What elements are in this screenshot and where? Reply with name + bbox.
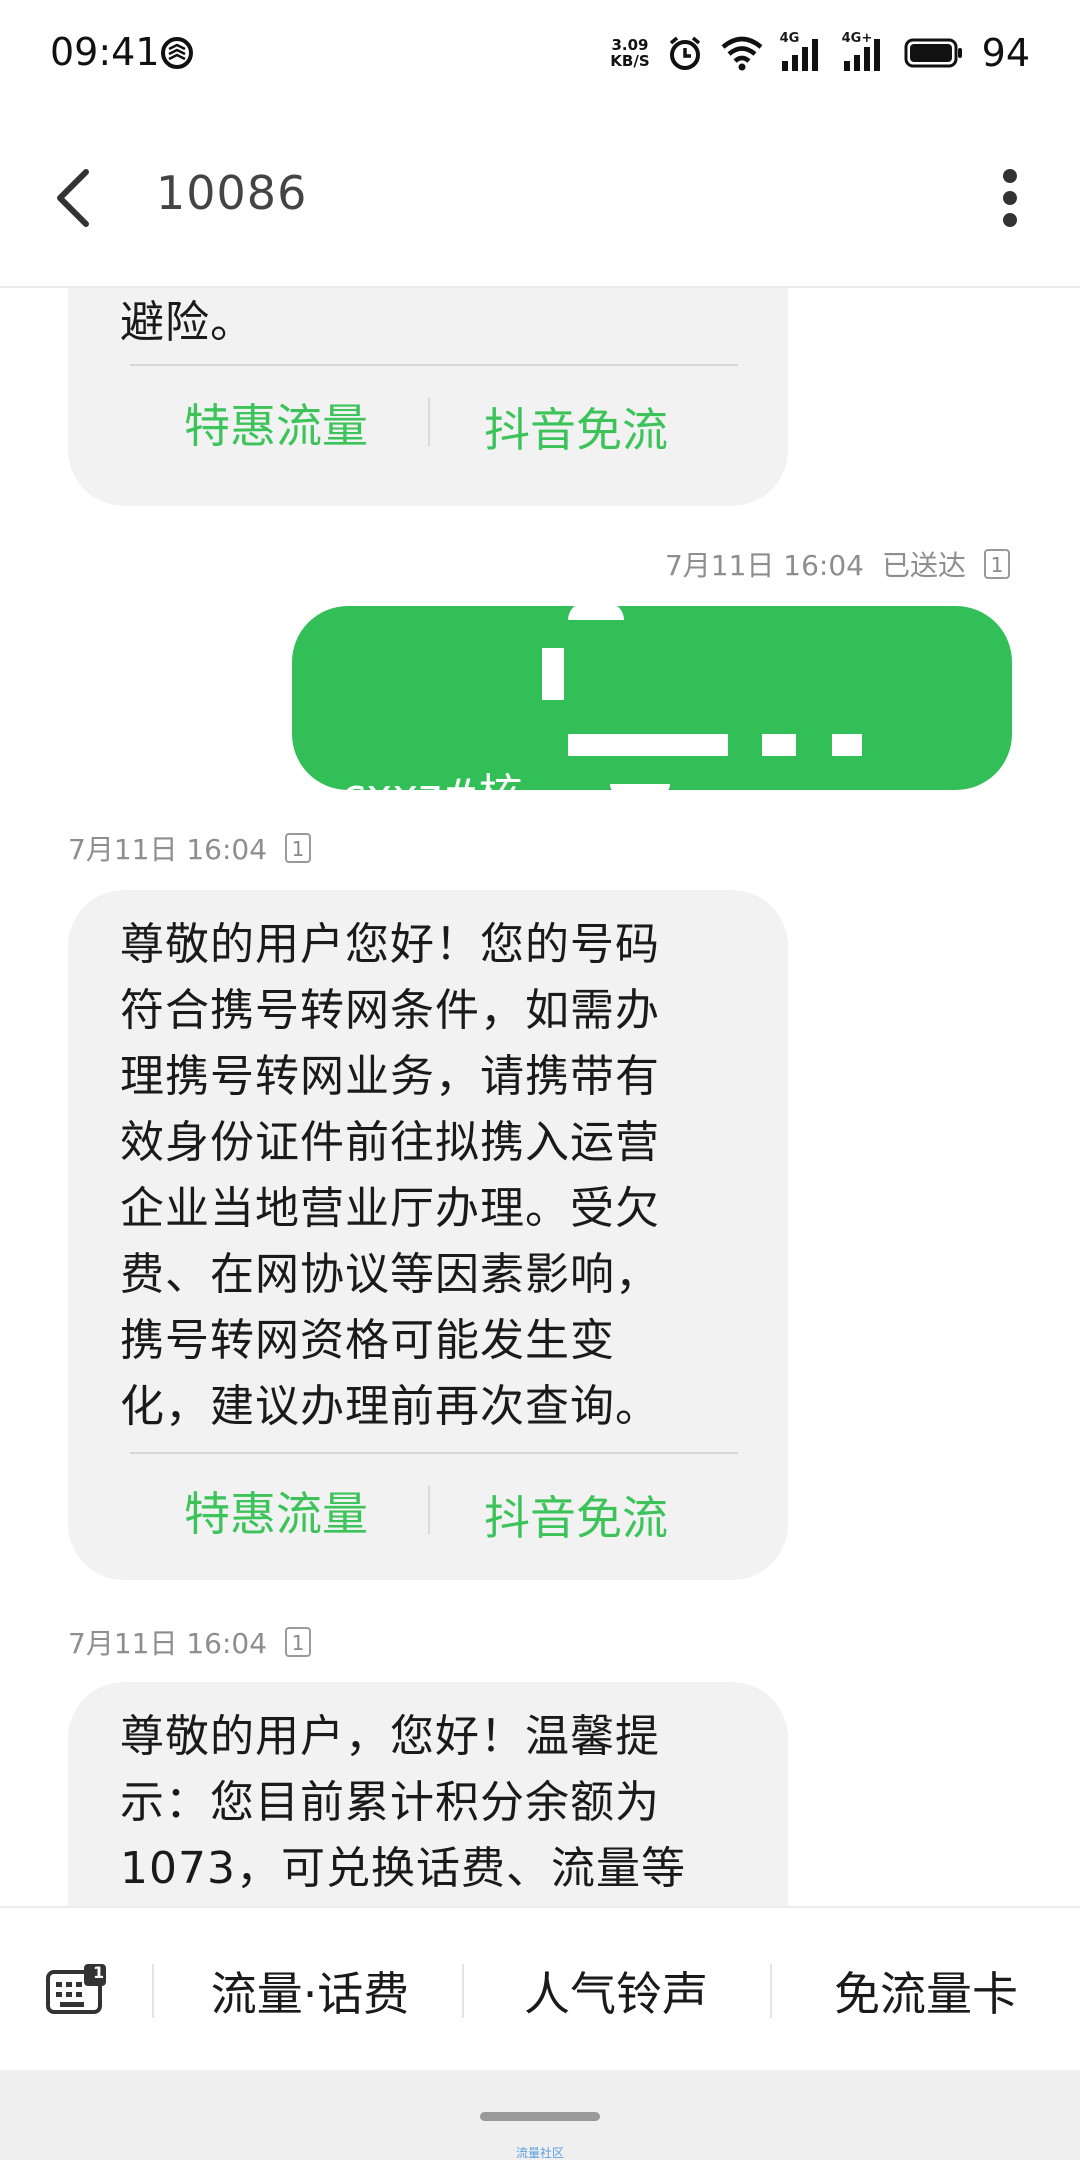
- service-menu-bar: 1 流量·话费 人气铃声 免流量卡: [0, 1906, 1080, 2072]
- keyboard-toggle-icon[interactable]: 1: [44, 1960, 110, 2020]
- message-text: 尊敬的用户您好！您的号码 符合携号转网条件，如需办 理携号转网业务，请携带有 效…: [120, 912, 718, 1440]
- message-meta: 7月11日 16:04 已送达 1: [665, 544, 1010, 584]
- net-speed: 3.09 KB/S: [610, 37, 649, 69]
- back-arrow-icon[interactable]: [46, 158, 106, 238]
- status-time: 09:41: [50, 30, 160, 74]
- message-line: 避险。: [120, 297, 255, 348]
- redaction-mark: [762, 734, 796, 756]
- menu-item-data-credit[interactable]: 流量·话费: [190, 1958, 430, 2024]
- message-text: 避险。: [120, 290, 718, 356]
- message-line: 尊敬的用户您好！您的号码: [120, 919, 660, 970]
- menu-separator: [770, 1964, 772, 2018]
- redaction-mark: [832, 734, 862, 756]
- message-line: 企业当地营业厅办理。受欠: [120, 1183, 660, 1234]
- redaction-mark: [568, 734, 728, 756]
- menu-badge: 1: [93, 1963, 105, 1982]
- special-data-action[interactable]: 特惠流量: [184, 390, 368, 456]
- signal-4g: 4G: [780, 31, 826, 71]
- bubble-divider: [130, 364, 738, 366]
- action-separator: [428, 1486, 430, 1534]
- app-notification-icon: [161, 37, 193, 69]
- message-meta: 7月11日 16:04 1: [68, 828, 312, 868]
- watermark: 流量社区: [515, 2146, 564, 2160]
- outgoing-message-bubble[interactable]: cxxz#核 #522627: [292, 602, 1012, 1013]
- message-list[interactable]: 避险。 特惠流量 抖音免流 7月11日 16:04 已送达 1 cxxz#核 #…: [0, 288, 1080, 1906]
- message-line: 费、在网协议等因素影响，: [120, 1249, 660, 1300]
- sim-card-icon: 1: [984, 549, 1010, 579]
- alarm-icon: [669, 36, 700, 70]
- network-type-label: 4G: [779, 31, 800, 46]
- gesture-navigation-area: 流量社区: [0, 2070, 1080, 2160]
- net-speed-value: 3.09: [611, 36, 649, 54]
- incoming-message-bubble[interactable]: 尊敬的用户您好！您的号码 符合携号转网条件，如需办 理携号转网业务，请携带有 效…: [68, 890, 788, 1580]
- message-line: 化，建议办理前再次查询。: [120, 1381, 660, 1432]
- more-options-icon[interactable]: [980, 158, 1040, 238]
- incoming-message-bubble[interactable]: 避险。 特惠流量 抖音免流: [68, 288, 788, 506]
- home-indicator[interactable]: [480, 2112, 600, 2121]
- message-line: 符合携号转网条件，如需办: [120, 985, 660, 1036]
- message-line: 效身份证件前往拟携入运营: [120, 1117, 660, 1168]
- bubble-divider: [130, 1452, 738, 1454]
- signal-4g-plus: 4G+: [842, 31, 888, 71]
- redaction-mark: [542, 648, 564, 700]
- battery-level: 94: [981, 31, 1030, 75]
- menu-separator: [462, 1964, 464, 2018]
- message-line: 示：您目前累计积分余额为: [120, 1777, 660, 1828]
- status-indicators: 3.09 KB/S 4G 4G+ 94: [610, 28, 1030, 78]
- message-timestamp: 7月11日 16:04: [68, 833, 268, 866]
- net-speed-unit: KB/S: [610, 52, 650, 70]
- delivery-status: 已送达: [881, 549, 966, 582]
- message-line: 1073，可兑换话费、流量等: [120, 1843, 686, 1894]
- conversation-header: 10086: [0, 108, 1080, 288]
- contact-name: 10086: [156, 166, 308, 220]
- message-line: cxxz#核: [342, 770, 523, 821]
- status-bar: 09:41 3.09 KB/S 4G 4G+ 94: [0, 0, 1080, 108]
- message-timestamp: 7月11日 16:04: [664, 549, 864, 582]
- network-type-label: 4G+: [841, 31, 873, 46]
- redaction-mark: [610, 784, 670, 796]
- douyin-free-data-action[interactable]: 抖音免流: [484, 394, 668, 460]
- redaction-mark: [568, 602, 624, 620]
- douyin-free-data-action[interactable]: 抖音免流: [484, 1482, 668, 1548]
- message-line: 理携号转网业务，请携带有: [120, 1051, 660, 1102]
- sim-card-icon: 1: [285, 1627, 312, 1657]
- menu-separator: [152, 1964, 154, 2018]
- message-line: 携号转网资格可能发生变: [120, 1315, 615, 1366]
- menu-item-free-data-card[interactable]: 免流量卡: [806, 1958, 1046, 2024]
- message-text: 尊敬的用户，您好！温馨提 示：您目前累计积分余额为 1073，可兑换话费、流量等: [120, 1704, 718, 1902]
- message-meta: 7月11日 16:04 1: [68, 1622, 312, 1662]
- special-data-action[interactable]: 特惠流量: [184, 1478, 368, 1544]
- battery-icon: [904, 38, 962, 68]
- sim-card-icon: 1: [285, 833, 312, 863]
- wifi-icon: [721, 36, 763, 71]
- message-timestamp: 7月11日 16:04: [68, 1627, 268, 1660]
- menu-item-ringtones[interactable]: 人气铃声: [496, 1958, 736, 2024]
- message-line: 尊敬的用户，您好！温馨提: [120, 1711, 660, 1762]
- incoming-message-bubble[interactable]: 尊敬的用户，您好！温馨提 示：您目前累计积分余额为 1073，可兑换话费、流量等: [68, 1682, 788, 1906]
- action-separator: [428, 398, 430, 446]
